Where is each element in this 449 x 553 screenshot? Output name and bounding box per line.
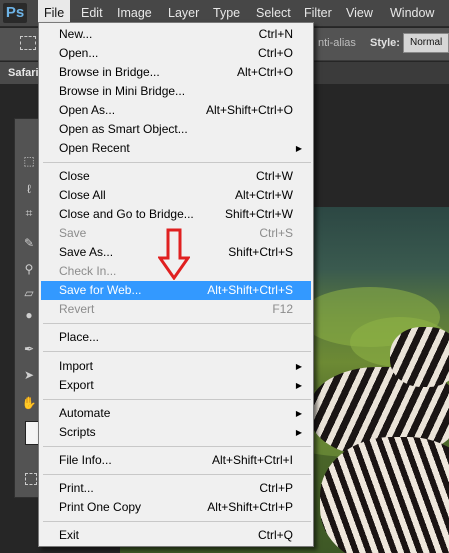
down-arrow-annotation-icon	[158, 228, 190, 280]
zebra-image	[390, 327, 449, 387]
menu-item-close-all[interactable]: Close All Alt+Ctrl+W	[41, 186, 311, 205]
menu-item-browse-in-bridge[interactable]: Browse in Bridge... Alt+Ctrl+O	[41, 63, 311, 82]
submenu-arrow-icon: ▶	[295, 362, 302, 371]
submenu-arrow-icon: ▶	[295, 409, 302, 418]
menu-separator	[43, 399, 311, 400]
menu-item-save-for-web[interactable]: Save for Web... Alt+Shift+Ctrl+S	[41, 281, 311, 300]
file-menu-dropdown: New... Ctrl+N Open... Ctrl+O Browse in Bri…	[38, 22, 314, 547]
clone-stamp-icon[interactable]: ⚲	[21, 261, 37, 277]
menu-separator	[43, 474, 311, 475]
pen-icon[interactable]: ✒	[21, 341, 37, 357]
menu-item-print-one-copy[interactable]: Print One Copy Alt+Shift+Ctrl+P	[41, 498, 311, 517]
document-tab[interactable]: Safari	[0, 62, 40, 84]
submenu-arrow-icon: ▶	[295, 381, 302, 390]
path-selection-icon[interactable]: ➤	[21, 367, 37, 383]
menu-item-import[interactable]: Import ▶	[41, 357, 311, 376]
menu-item-revert: Revert F12	[59, 302, 293, 316]
blur-icon[interactable]: ●	[21, 307, 37, 323]
hand-icon[interactable]: ✋	[21, 395, 37, 411]
menu-item-automate[interactable]: Automate ▶	[41, 404, 311, 423]
menu-separator	[43, 446, 311, 447]
menu-item-place[interactable]: Place...	[41, 328, 311, 347]
menu-item-new[interactable]: New... Ctrl+N	[41, 25, 311, 44]
menu-item-scripts[interactable]: Scripts ▶	[41, 423, 311, 442]
anti-alias-checkbox-label[interactable]: nti-alias	[318, 37, 356, 49]
foreground-color-swatch[interactable]	[25, 421, 39, 445]
style-label: Style:	[370, 37, 400, 49]
menu-window[interactable]: Window	[384, 0, 440, 27]
menu-separator	[43, 323, 311, 324]
menu-item-browse-in-mini-bridge[interactable]: Browse in Mini Bridge...	[41, 82, 311, 101]
menu-separator	[43, 351, 311, 352]
menu-item-open-as[interactable]: Open As... Alt+Shift+Ctrl+O	[41, 101, 311, 120]
menu-item-open-as-smart-object[interactable]: Open as Smart Object...	[41, 120, 311, 139]
menu-item-print[interactable]: Print... Ctrl+P	[41, 479, 311, 498]
photoshop-logo: Ps	[3, 3, 27, 23]
menu-item-open[interactable]: Open... Ctrl+O	[41, 44, 311, 63]
zebra-image	[320, 437, 449, 553]
menu-separator	[43, 521, 311, 522]
lasso-icon[interactable]: ℓ	[21, 181, 37, 197]
menu-item-exit[interactable]: Exit Ctrl+Q	[41, 526, 311, 545]
menu-separator	[43, 162, 311, 163]
eraser-icon[interactable]: ▱	[21, 285, 37, 301]
crop-icon[interactable]: ⌗	[21, 205, 37, 221]
submenu-arrow-icon: ▶	[295, 428, 302, 437]
style-select[interactable]: Normal	[403, 33, 449, 53]
quick-mask-icon[interactable]	[25, 473, 37, 485]
menu-item-file-info[interactable]: File Info... Alt+Shift+Ctrl+I	[41, 451, 311, 470]
marquee-tool-icon[interactable]	[20, 36, 36, 50]
menu-item-close[interactable]: Close Ctrl+W	[41, 167, 311, 186]
menu-item-export[interactable]: Export ▶	[41, 376, 311, 395]
healing-brush-icon[interactable]: ✎	[21, 235, 37, 251]
menu-item-close-and-go-to-bridge[interactable]: Close and Go to Bridge... Shift+Ctrl+W	[41, 205, 311, 224]
menu-view[interactable]: View	[340, 0, 379, 27]
submenu-arrow-icon: ▶	[295, 144, 302, 153]
marquee-icon[interactable]: ⬚	[21, 153, 37, 169]
menu-item-open-recent[interactable]: Open Recent ▶	[41, 139, 311, 158]
